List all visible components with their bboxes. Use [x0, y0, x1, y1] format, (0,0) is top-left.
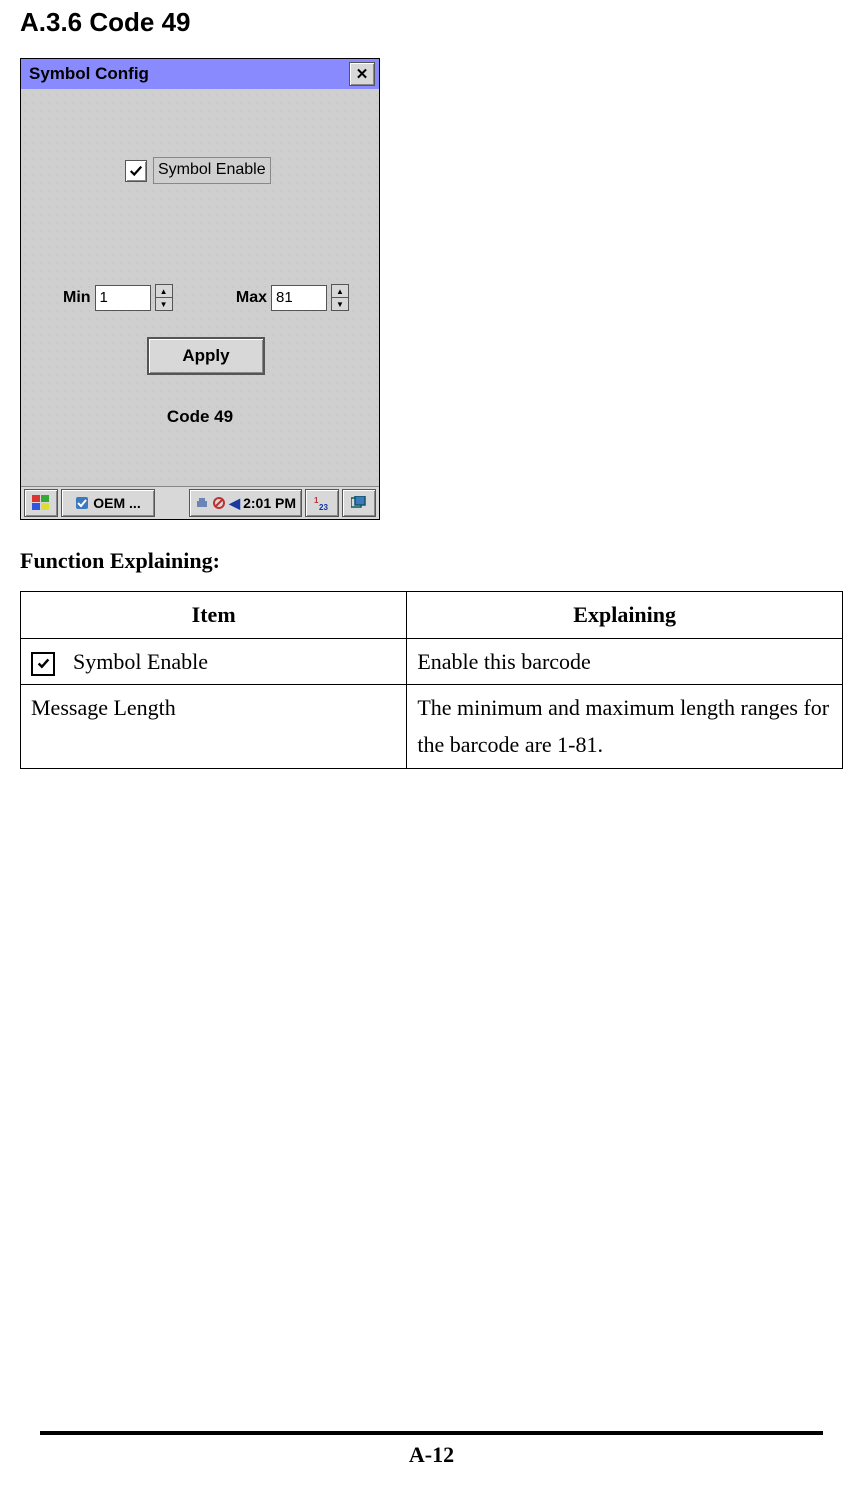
item-cell: Symbol Enable	[21, 638, 407, 684]
tray-icon-1	[195, 496, 209, 510]
symbol-enable-checkbox[interactable]	[125, 160, 147, 182]
up-arrow-icon[interactable]: ▲	[156, 285, 172, 298]
min-label: Min	[63, 287, 91, 309]
keyboard-icon: 123	[314, 495, 330, 511]
app-icon	[75, 496, 89, 510]
length-row: Min 1 ▲ ▼ Max 81 ▲ ▼	[63, 284, 349, 311]
header-explaining: Explaining	[407, 592, 843, 638]
down-arrow-icon[interactable]: ▼	[332, 298, 348, 310]
taskbar-desktop-button[interactable]	[342, 489, 376, 517]
taskbar-app-button[interactable]: OEM ...	[61, 489, 155, 517]
explain-cell: The minimum and maximum length ranges fo…	[407, 684, 843, 768]
taskbar: OEM ... ◀ 2:01 PM 123	[21, 486, 379, 519]
item-text: Symbol Enable	[73, 649, 208, 674]
taskbar-app-label: OEM ...	[93, 494, 140, 514]
max-label: Max	[236, 287, 267, 309]
close-button[interactable]: ✕	[349, 62, 375, 86]
apply-button[interactable]: Apply	[147, 337, 265, 375]
header-item: Item	[21, 592, 407, 638]
window-title: Symbol Config	[29, 62, 149, 86]
window-titlebar: Symbol Config ✕	[21, 59, 379, 89]
item-checkbox-icon	[31, 652, 55, 676]
svg-text:23: 23	[319, 503, 328, 511]
symbol-enable-row: Symbol Enable	[125, 157, 271, 183]
symbol-enable-label: Symbol Enable	[153, 157, 271, 183]
check-icon	[37, 657, 50, 670]
close-icon: ✕	[356, 64, 369, 85]
item-cell: Message Length	[21, 684, 407, 768]
max-input[interactable]: 81	[271, 285, 327, 311]
min-input[interactable]: 1	[95, 285, 151, 311]
explain-cell: Enable this barcode	[407, 638, 843, 684]
function-explaining-heading: Function Explaining:	[20, 546, 843, 577]
code-type-label: Code 49	[21, 405, 379, 429]
check-icon	[129, 164, 143, 178]
item-text: Message Length	[31, 695, 176, 720]
taskbar-sip-button[interactable]: 123	[305, 489, 339, 517]
down-arrow-icon[interactable]: ▼	[156, 298, 172, 310]
max-group: Max 81 ▲ ▼	[236, 284, 349, 311]
min-spinner[interactable]: ▲ ▼	[155, 284, 173, 311]
section-heading: A.3.6 Code 49	[20, 4, 843, 40]
footer-rule	[40, 1431, 823, 1435]
page-number: A-12	[20, 1440, 843, 1471]
max-spinner[interactable]: ▲ ▼	[331, 284, 349, 311]
taskbar-tray[interactable]: ◀ 2:01 PM	[189, 489, 302, 517]
tray-icon-2	[212, 496, 226, 510]
table-row: Symbol Enable Enable this barcode	[21, 638, 843, 684]
taskbar-time: 2:01 PM	[243, 494, 296, 514]
explaining-table: Item Explaining Symbol Enable Enable thi…	[20, 591, 843, 769]
symbol-config-screenshot: Symbol Config ✕ Symbol Enable Min 1 ▲ ▼ …	[20, 58, 380, 520]
up-arrow-icon[interactable]: ▲	[332, 285, 348, 298]
min-group: Min 1 ▲ ▼	[63, 284, 173, 311]
start-button[interactable]	[24, 489, 58, 517]
windows-flag-icon	[32, 495, 50, 511]
table-row: Message Length The minimum and maximum l…	[21, 684, 843, 768]
table-header-row: Item Explaining	[21, 592, 843, 638]
windows-cascade-icon	[351, 496, 367, 510]
speaker-icon: ◀	[229, 494, 240, 514]
